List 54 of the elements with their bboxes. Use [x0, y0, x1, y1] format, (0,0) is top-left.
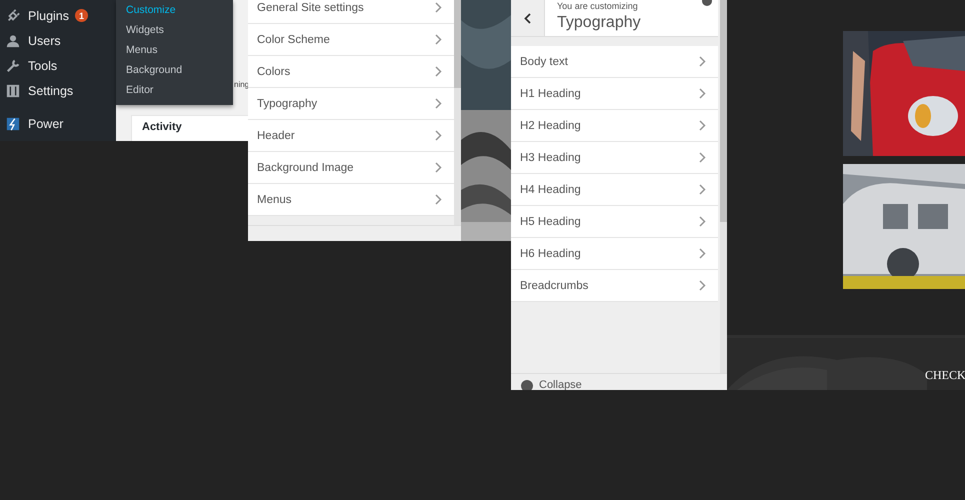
- chevron-right-icon: [699, 184, 706, 195]
- plug-icon: [6, 8, 20, 22]
- scrollbar[interactable]: [454, 0, 461, 226]
- user-icon: [6, 34, 20, 48]
- submenu-item[interactable]: Widgets: [116, 23, 233, 43]
- eyebrow-text: You are customizing: [557, 1, 639, 12]
- chevron-right-icon: [699, 120, 706, 131]
- sliders-icon: [6, 84, 20, 98]
- section-row[interactable]: Menus: [248, 184, 454, 216]
- section-row[interactable]: H1 Heading: [511, 78, 718, 110]
- scrollbar[interactable]: [720, 0, 727, 373]
- section-row[interactable]: Background Image: [248, 152, 454, 184]
- section-row[interactable]: H2 Heading: [511, 110, 718, 142]
- chevron-right-icon: [699, 216, 706, 227]
- chevron-right-icon: [699, 88, 706, 99]
- sidebar-item[interactable]: Power: [0, 111, 116, 136]
- lightning-icon: [6, 116, 20, 130]
- section-row[interactable]: Typography: [248, 88, 454, 120]
- back-button[interactable]: [511, 0, 545, 36]
- chevron-right-icon: [435, 162, 442, 173]
- chevron-right-icon: [435, 130, 442, 141]
- sidebar-item[interactable]: Users: [0, 28, 116, 53]
- section-row[interactable]: Header: [248, 120, 454, 152]
- chevron-right-icon: [435, 34, 442, 45]
- chevron-right-icon: [435, 194, 442, 205]
- submenu-item[interactable]: Background: [116, 63, 233, 83]
- section-row[interactable]: H4 Heading: [511, 174, 718, 206]
- chevron-right-icon: [699, 152, 706, 163]
- section-row[interactable]: General Site settings: [248, 0, 454, 24]
- sidebar-item[interactable]: Settings: [0, 78, 116, 103]
- chevron-right-icon: [435, 98, 442, 109]
- section-row[interactable]: Colors: [248, 56, 454, 88]
- sidebar-item[interactable]: Plugins 1: [0, 3, 116, 28]
- panel-title: Typography: [557, 13, 642, 33]
- submenu-item[interactable]: Customize: [116, 3, 233, 23]
- widget-title: Activity: [131, 115, 250, 141]
- chevron-right-icon: [435, 2, 442, 13]
- chevron-right-icon: [699, 280, 706, 291]
- section-row[interactable]: Color Scheme: [248, 24, 454, 56]
- count-badge: 1: [75, 9, 88, 22]
- submenu-item[interactable]: Menus: [116, 43, 233, 63]
- collapse-label[interactable]: Collapse: [539, 380, 582, 390]
- wrench-icon: [6, 58, 20, 72]
- section-row[interactable]: H6 Heading: [511, 238, 718, 270]
- section-row[interactable]: Breadcrumbs: [511, 270, 718, 302]
- chevron-right-icon: [699, 56, 706, 67]
- chevron-left-icon: [524, 12, 531, 24]
- chevron-right-icon: [699, 248, 706, 259]
- chevron-right-icon: [435, 66, 442, 77]
- section-row[interactable]: H3 Heading: [511, 142, 718, 174]
- section-row[interactable]: Body text: [511, 46, 718, 78]
- submenu-item[interactable]: Editor: [116, 83, 233, 103]
- section-row[interactable]: H5 Heading: [511, 206, 718, 238]
- sidebar-item[interactable]: Tools: [0, 53, 116, 78]
